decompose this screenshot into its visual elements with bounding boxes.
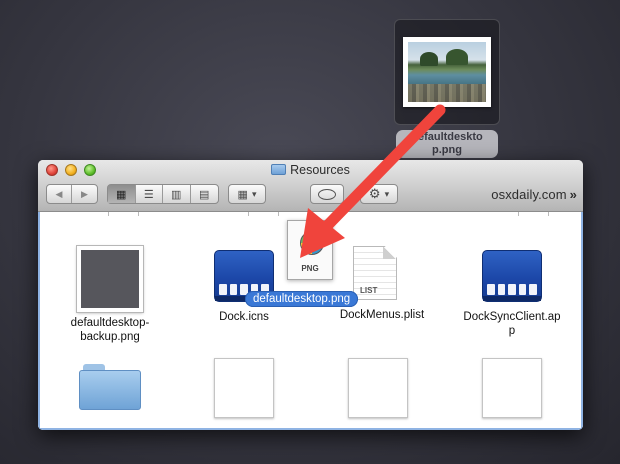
partial-row-above <box>40 212 581 216</box>
gear-icon: ⚙ <box>368 186 381 201</box>
blank-thumbnail-icon <box>348 358 408 418</box>
dragged-file[interactable]: PNG <box>287 220 333 280</box>
desktop-file[interactable]: defaultdeskto p.png <box>394 19 500 159</box>
desktop-file-label[interactable]: defaultdeskto p.png <box>396 130 498 158</box>
chevron-down-icon: ▾ <box>251 188 257 199</box>
arrange-grid-icon: ▦ <box>237 188 248 201</box>
file-item-label: DockSyncClient.ap p <box>463 311 561 337</box>
desktop-file-thumbnail[interactable] <box>403 37 491 107</box>
file-item-label: DockMenus.plist <box>339 309 425 321</box>
back-forward-control: ◀ ▶ <box>46 184 98 204</box>
blank-thumbnail-icon <box>482 358 542 418</box>
icon-grid-icon: ▦ <box>116 188 127 201</box>
folder-icon <box>79 364 141 410</box>
toolbar-site-label: osxdaily.com» <box>491 187 577 202</box>
list-view-button[interactable]: ☰ <box>136 185 163 203</box>
quick-look-button[interactable] <box>310 184 344 204</box>
dragged-file-label: defaultdesktop.png <box>245 291 359 307</box>
file-item-label: defaultdesktop-backup.png <box>70 317 150 343</box>
beach-photo-image <box>408 42 486 102</box>
coverflow-view-button[interactable]: ▤ <box>191 185 218 203</box>
window-titlebar[interactable]: Resources ◀ ▶ ▦ ☰ ▥ ▤ ▦ ▾ ⚙ ▾ osxdaily.com… <box>38 160 583 212</box>
window-title: Resources <box>38 163 583 178</box>
arrange-button[interactable]: ▦ ▾ <box>228 184 266 204</box>
icon-view-button[interactable]: ▦ <box>108 185 136 203</box>
view-mode-control: ▦ ☰ ▥ ▤ <box>107 184 219 204</box>
chevron-down-icon: ▾ <box>384 188 390 199</box>
action-button[interactable]: ⚙ ▾ <box>360 184 398 204</box>
file-item[interactable]: LIST DockMenus.plist <box>320 246 444 322</box>
plist-document-icon: LIST <box>353 246 397 300</box>
blank-thumbnail-icon <box>214 358 274 418</box>
preview-app-icon <box>300 231 324 255</box>
file-item[interactable] <box>450 358 574 418</box>
coverflow-icon: ▤ <box>199 188 210 201</box>
file-item[interactable] <box>182 358 306 418</box>
file-item-label: Dock.icns <box>219 311 269 323</box>
file-item[interactable]: DockSyncClient.ap p <box>450 250 574 338</box>
forward-arrow-icon: ▶ <box>81 188 88 199</box>
list-icon: ☰ <box>143 188 154 201</box>
file-item[interactable] <box>316 358 440 418</box>
toolbar-overflow-chevron-icon[interactable]: » <box>570 187 577 202</box>
forward-button[interactable]: ▶ <box>72 185 97 203</box>
columns-icon: ▥ <box>171 188 182 201</box>
png-document-icon: PNG <box>287 220 333 280</box>
dark-image-thumbnail-icon <box>77 246 143 312</box>
column-view-button[interactable]: ▥ <box>163 185 191 203</box>
folder-icon <box>271 164 287 175</box>
folder-item[interactable] <box>48 364 172 410</box>
back-arrow-icon: ◀ <box>55 188 63 199</box>
eye-icon <box>318 188 336 200</box>
back-button[interactable]: ◀ <box>47 185 73 203</box>
file-item[interactable]: defaultdesktop-backup.png <box>48 246 172 344</box>
dock-icon <box>482 250 542 302</box>
